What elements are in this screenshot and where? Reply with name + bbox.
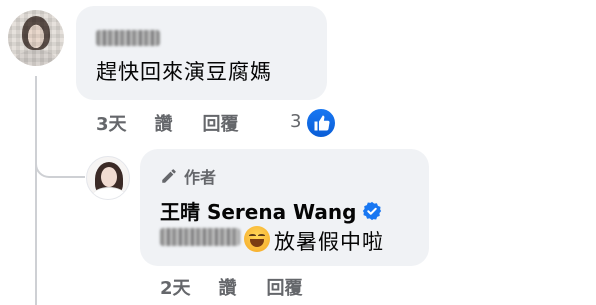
author-badge-label: 作者 — [184, 168, 217, 187]
commenter-avatar[interactable] — [8, 10, 64, 66]
thread-branch-line — [35, 150, 85, 178]
pencil-icon — [160, 167, 178, 185]
grinning-emoji-icon — [244, 226, 270, 252]
author-badge: 作者 — [160, 164, 216, 188]
author-avatar[interactable] — [86, 156, 130, 200]
comment-timestamp[interactable]: 3天 — [96, 110, 127, 136]
reply-timestamp[interactable]: 2天 — [160, 274, 191, 300]
reply-text: 放暑假中啦 — [274, 230, 384, 254]
reply-button[interactable]: 回覆 — [203, 110, 239, 136]
mentioned-user-blurred[interactable] — [160, 228, 240, 246]
commenter-name-blurred[interactable] — [96, 30, 160, 46]
thumbs-up-icon[interactable] — [305, 107, 337, 139]
verified-badge-icon — [362, 201, 382, 221]
author-name[interactable]: 王晴 Serena Wang — [160, 196, 356, 225]
reply-like-button[interactable]: 讚 — [219, 274, 237, 300]
like-button[interactable]: 讚 — [155, 110, 173, 136]
reaction-count[interactable]: 3 — [290, 111, 301, 132]
reply-author: 王晴 Serena Wang — [160, 196, 382, 225]
comment-text: 趕快回來演豆腐媽 — [96, 60, 272, 84]
reply-reply-button[interactable]: 回覆 — [267, 274, 303, 300]
reply-actions: 2天 讚 回覆 — [160, 274, 333, 300]
thread-line — [35, 76, 37, 305]
comment-actions: 3天 讚 回覆 — [96, 110, 269, 136]
